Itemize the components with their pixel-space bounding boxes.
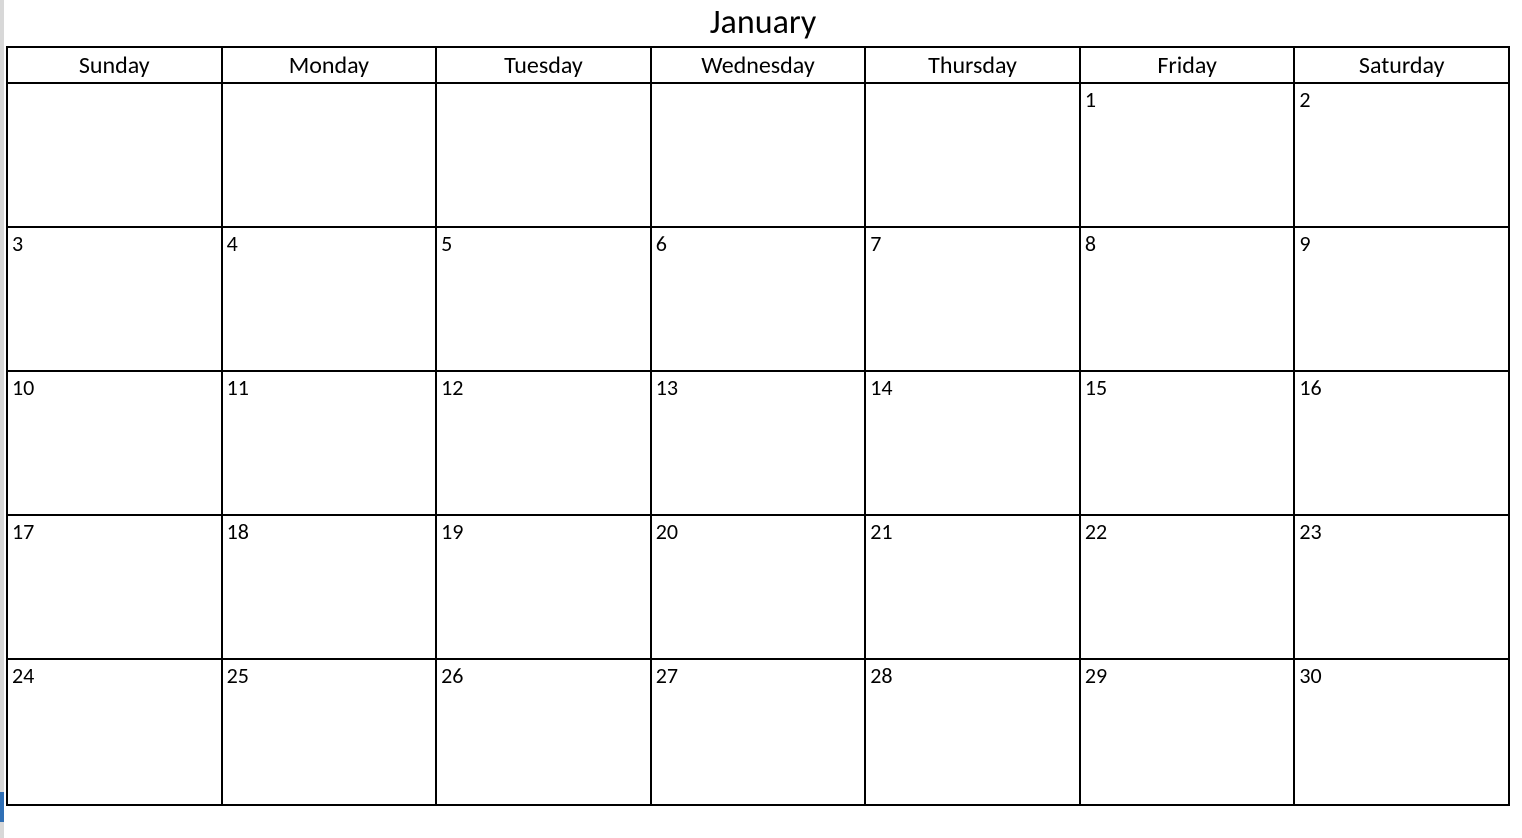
calendar-day-cell[interactable]: 28: [865, 659, 1080, 805]
day-header-thursday[interactable]: Thursday: [865, 47, 1080, 83]
calendar-day-cell[interactable]: 30: [1294, 659, 1509, 805]
calendar-week-row: 10 11 12 13 14 15 16: [7, 371, 1509, 515]
day-header-monday[interactable]: Monday: [222, 47, 437, 83]
day-header-sunday[interactable]: Sunday: [7, 47, 222, 83]
calendar-day-cell[interactable]: 22: [1080, 515, 1295, 659]
calendar-week-row: 17 18 19 20 21 22 23: [7, 515, 1509, 659]
calendar-day-cell[interactable]: 18: [222, 515, 437, 659]
calendar-day-cell[interactable]: 23: [1294, 515, 1509, 659]
calendar-day-cell[interactable]: 14: [865, 371, 1080, 515]
calendar-day-cell[interactable]: 3: [7, 227, 222, 371]
calendar-day-cell[interactable]: 16: [1294, 371, 1509, 515]
day-header-tuesday[interactable]: Tuesday: [436, 47, 651, 83]
calendar-week-row: 3 4 5 6 7 8 9: [7, 227, 1509, 371]
calendar-day-cell[interactable]: 25: [222, 659, 437, 805]
calendar-day-cell[interactable]: 11: [222, 371, 437, 515]
calendar-day-cell[interactable]: 7: [865, 227, 1080, 371]
calendar-week-row: 24 25 26 27 28 29 30: [7, 659, 1509, 805]
calendar-day-cell[interactable]: 12: [436, 371, 651, 515]
calendar-day-cell[interactable]: 1: [1080, 83, 1295, 227]
calendar-day-cell[interactable]: [222, 83, 437, 227]
calendar-day-cell[interactable]: 21: [865, 515, 1080, 659]
calendar-container: January Sunday Monday Tuesday Wednesday …: [4, 0, 1522, 838]
calendar-day-cell[interactable]: [865, 83, 1080, 227]
day-header-friday[interactable]: Friday: [1080, 47, 1295, 83]
calendar-day-cell[interactable]: 10: [7, 371, 222, 515]
calendar-day-cell[interactable]: 17: [7, 515, 222, 659]
calendar-day-cell[interactable]: 24: [7, 659, 222, 805]
calendar-week-row: 1 2: [7, 83, 1509, 227]
calendar-day-cell[interactable]: [436, 83, 651, 227]
calendar-day-cell[interactable]: 5: [436, 227, 651, 371]
calendar-day-cell[interactable]: 20: [651, 515, 866, 659]
calendar-day-cell[interactable]: 27: [651, 659, 866, 805]
month-title: January: [4, 0, 1522, 46]
day-header-saturday[interactable]: Saturday: [1294, 47, 1509, 83]
calendar-day-cell[interactable]: 9: [1294, 227, 1509, 371]
calendar-day-cell[interactable]: 19: [436, 515, 651, 659]
calendar-day-cell[interactable]: [7, 83, 222, 227]
calendar-day-cell[interactable]: 8: [1080, 227, 1295, 371]
calendar-table: Sunday Monday Tuesday Wednesday Thursday…: [6, 46, 1510, 806]
calendar-day-cell[interactable]: 4: [222, 227, 437, 371]
calendar-day-cell[interactable]: [651, 83, 866, 227]
day-header-row: Sunday Monday Tuesday Wednesday Thursday…: [7, 47, 1509, 83]
calendar-day-cell[interactable]: 6: [651, 227, 866, 371]
calendar-day-cell[interactable]: 29: [1080, 659, 1295, 805]
calendar-day-cell[interactable]: 15: [1080, 371, 1295, 515]
day-header-wednesday[interactable]: Wednesday: [651, 47, 866, 83]
calendar-day-cell[interactable]: 2: [1294, 83, 1509, 227]
calendar-day-cell[interactable]: 13: [651, 371, 866, 515]
calendar-day-cell[interactable]: 26: [436, 659, 651, 805]
